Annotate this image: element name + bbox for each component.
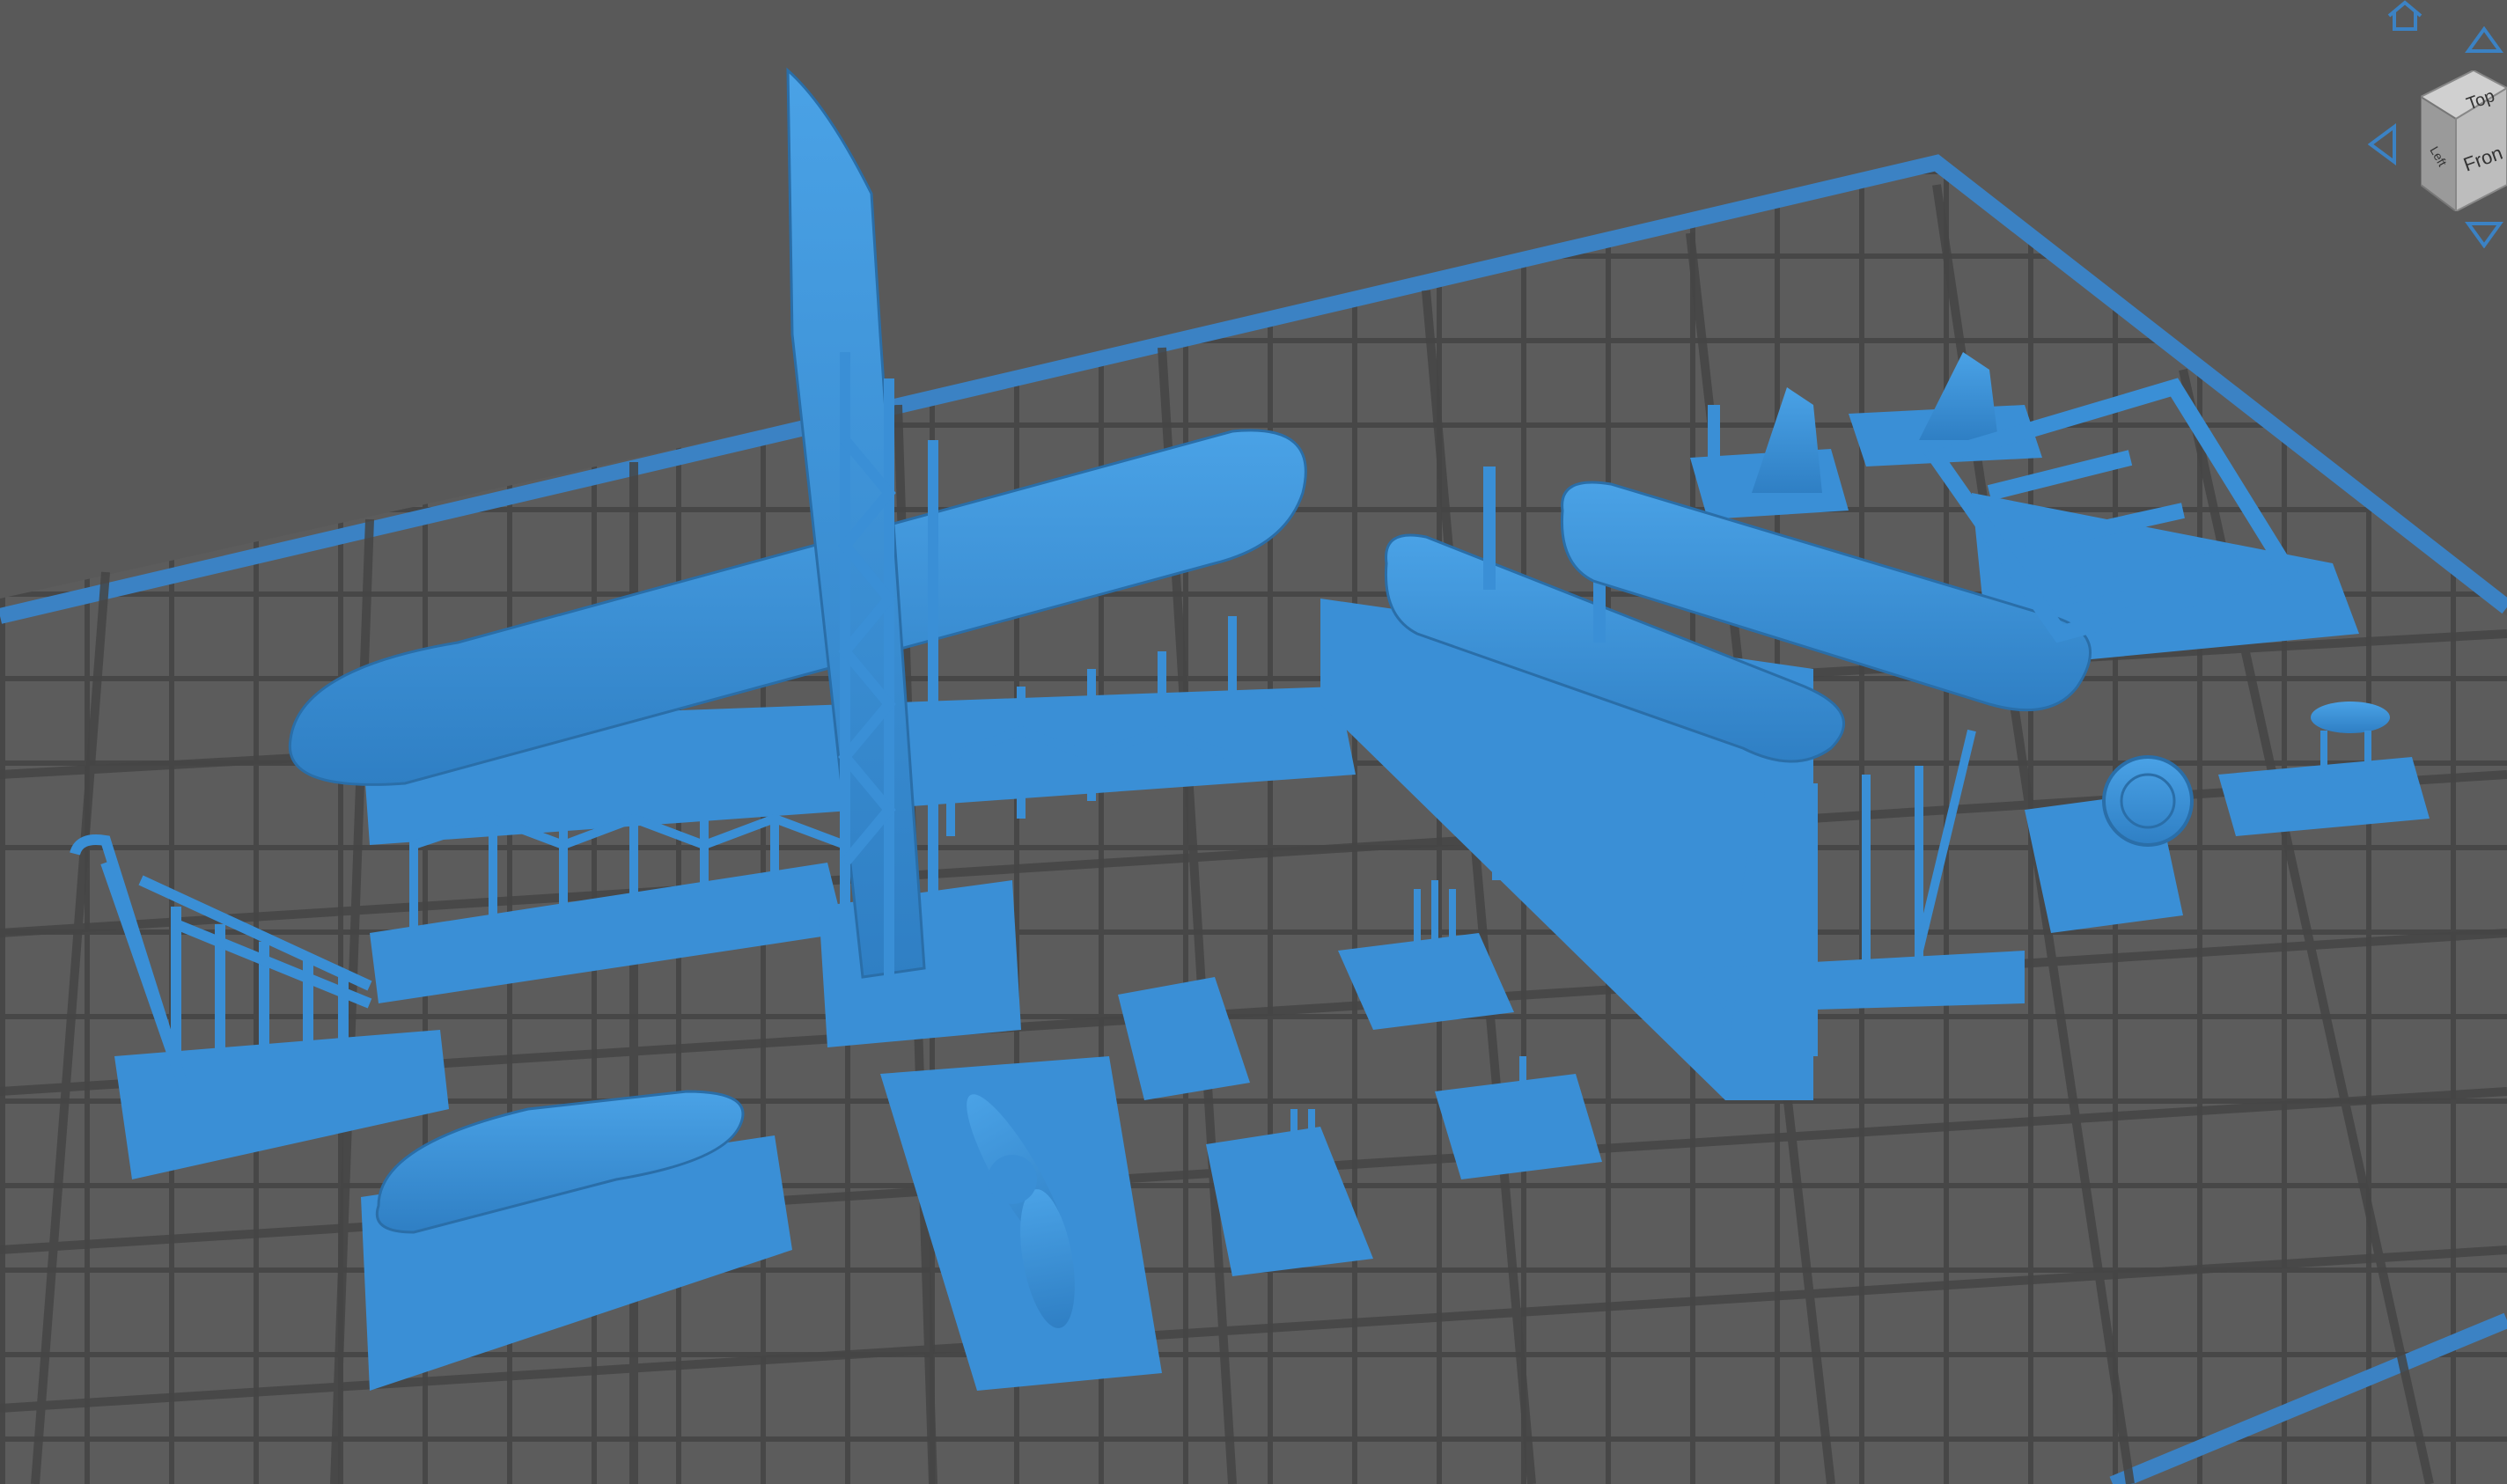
viewport-canvas[interactable] bbox=[0, 0, 2507, 1484]
home-icon[interactable] bbox=[2386, 0, 2424, 32]
arrow-down-icon[interactable] bbox=[2465, 220, 2503, 248]
radial-engine[interactable] bbox=[2102, 755, 2194, 847]
3d-viewport[interactable] bbox=[0, 0, 2507, 1484]
arrow-up-icon[interactable] bbox=[2465, 26, 2503, 55]
view-cube[interactable]: Top Fron Left bbox=[2421, 70, 2507, 211]
navigation-cube[interactable]: Top Fron Left bbox=[2359, 0, 2507, 264]
arrow-left-icon[interactable] bbox=[2368, 123, 2398, 165]
